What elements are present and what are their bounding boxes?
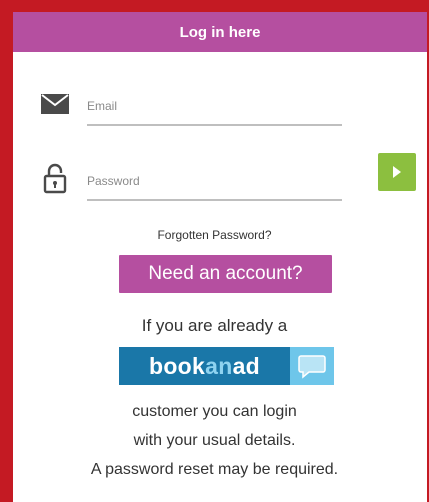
logo-text-an: an	[205, 352, 233, 379]
play-arrow-icon	[393, 166, 401, 178]
info-line-3: A password reset may be required.	[90, 461, 339, 478]
forgot-password-link[interactable]: Forgotten Password?	[0, 228, 429, 242]
info-line-1: customer you can login	[132, 403, 297, 420]
info-line-2: with your usual details.	[133, 432, 296, 449]
padlock-icon	[43, 163, 67, 194]
password-field-wrapper	[87, 163, 342, 201]
page-frame	[0, 0, 429, 502]
logo-text-book: book	[148, 352, 206, 379]
bookanad-logo-text: book an ad	[119, 347, 290, 385]
logo-text-ad: ad	[232, 352, 261, 379]
login-submit-button[interactable]	[378, 153, 416, 191]
envelope-icon	[41, 94, 69, 114]
login-header: Log in here	[13, 12, 427, 52]
bookanad-logo: book an ad	[119, 347, 334, 385]
need-account-button[interactable]: Need an account?	[119, 255, 332, 293]
speech-bubble-icon	[298, 355, 326, 379]
password-input[interactable]	[87, 163, 342, 199]
already-customer-text: If you are already a	[141, 316, 288, 335]
email-field-wrapper	[87, 88, 342, 126]
email-input[interactable]	[87, 88, 342, 124]
login-header-title: Log in here	[179, 23, 261, 41]
logo-mark	[290, 347, 334, 385]
